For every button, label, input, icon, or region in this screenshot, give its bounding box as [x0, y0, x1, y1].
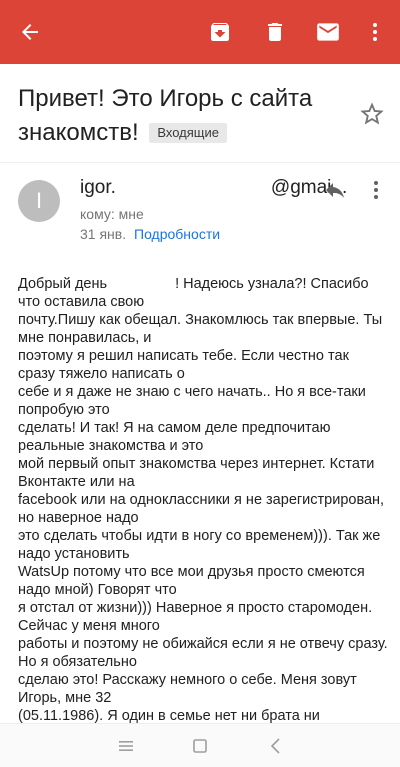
overflow-menu-button[interactable] [355, 12, 395, 52]
recipient-line: кому: мне [80, 206, 144, 222]
nav-menu-button[interactable] [114, 734, 138, 758]
header-divider [0, 162, 400, 163]
app-bar [0, 0, 400, 64]
body-line: я отстал от жизни))) Наверное я просто с… [18, 600, 373, 634]
sender-avatar[interactable]: I [18, 180, 60, 222]
message-date: 31 янв. [80, 226, 127, 242]
date-line: 31 янв. Подробности [80, 226, 220, 242]
trash-icon [268, 23, 282, 41]
body-line: сделаю это! Расскажу немного о себе. Мен… [18, 672, 357, 706]
inbox-label-chip[interactable]: Входящие [149, 123, 227, 143]
email-body: Добрый день ! Надеюсь узнала?! Спасибо чт… [18, 274, 388, 725]
square-home-icon [193, 739, 207, 753]
email-subject: Привет! Это Игорь с сайта знакомств! Вхо… [18, 82, 348, 150]
body-line: мой первый опыт знакомства через интерне… [18, 456, 375, 490]
nav-back-button[interactable] [264, 734, 288, 758]
star-outline-icon [360, 102, 384, 125]
body-line: себе и я даже не знаю с чего начать.. Но… [18, 384, 366, 418]
body-line: facebook или на одноклассники я не зарег… [18, 492, 385, 526]
system-nav-bar [0, 723, 400, 767]
reply-icon [326, 183, 344, 198]
body-line: сделать! И так! Я на самом деле предпочи… [18, 420, 331, 454]
details-link[interactable]: Подробности [134, 226, 220, 242]
body-line: поэтому я решил написать тебе. Если чест… [18, 348, 349, 382]
body-line: это сделать чтобы идти в ногу со времене… [18, 528, 381, 562]
greeting-end: ! Надеюсь узнала?! Спасибо [175, 276, 369, 292]
body-line: что оставила свою [18, 294, 145, 310]
body-line: почту.Пишу как обещал. Знакомлюсь так вп… [18, 312, 383, 346]
body-line: Добрый день ! Надеюсь узнала?! Спасибо [18, 274, 388, 293]
nav-home-button[interactable] [188, 734, 212, 758]
redacted-block [115, 178, 271, 197]
sender-address[interactable]: igor. @gmai... [80, 177, 347, 199]
menu-lines-icon [119, 741, 133, 751]
message-more-button[interactable] [368, 178, 384, 202]
triangle-back-icon [270, 738, 280, 754]
redacted-name [107, 274, 176, 288]
mark-unread-button[interactable] [308, 12, 348, 52]
body-line: работы и поэтому не обижайся если я не о… [18, 636, 388, 670]
arrow-back-icon [22, 24, 38, 40]
greeting-start: Добрый день [18, 276, 108, 292]
archive-icon [211, 23, 229, 41]
star-button[interactable] [358, 100, 386, 128]
more-vertical-icon [374, 181, 378, 199]
archive-button[interactable] [200, 12, 240, 52]
sender-address-start: igor. [80, 177, 116, 198]
back-button[interactable] [10, 12, 50, 52]
body-line: WatsUp потому что все мои друзья просто … [18, 564, 365, 598]
delete-button[interactable] [255, 12, 295, 52]
reply-button[interactable] [320, 178, 350, 202]
more-vertical-icon [373, 23, 377, 41]
envelope-icon [317, 23, 339, 41]
